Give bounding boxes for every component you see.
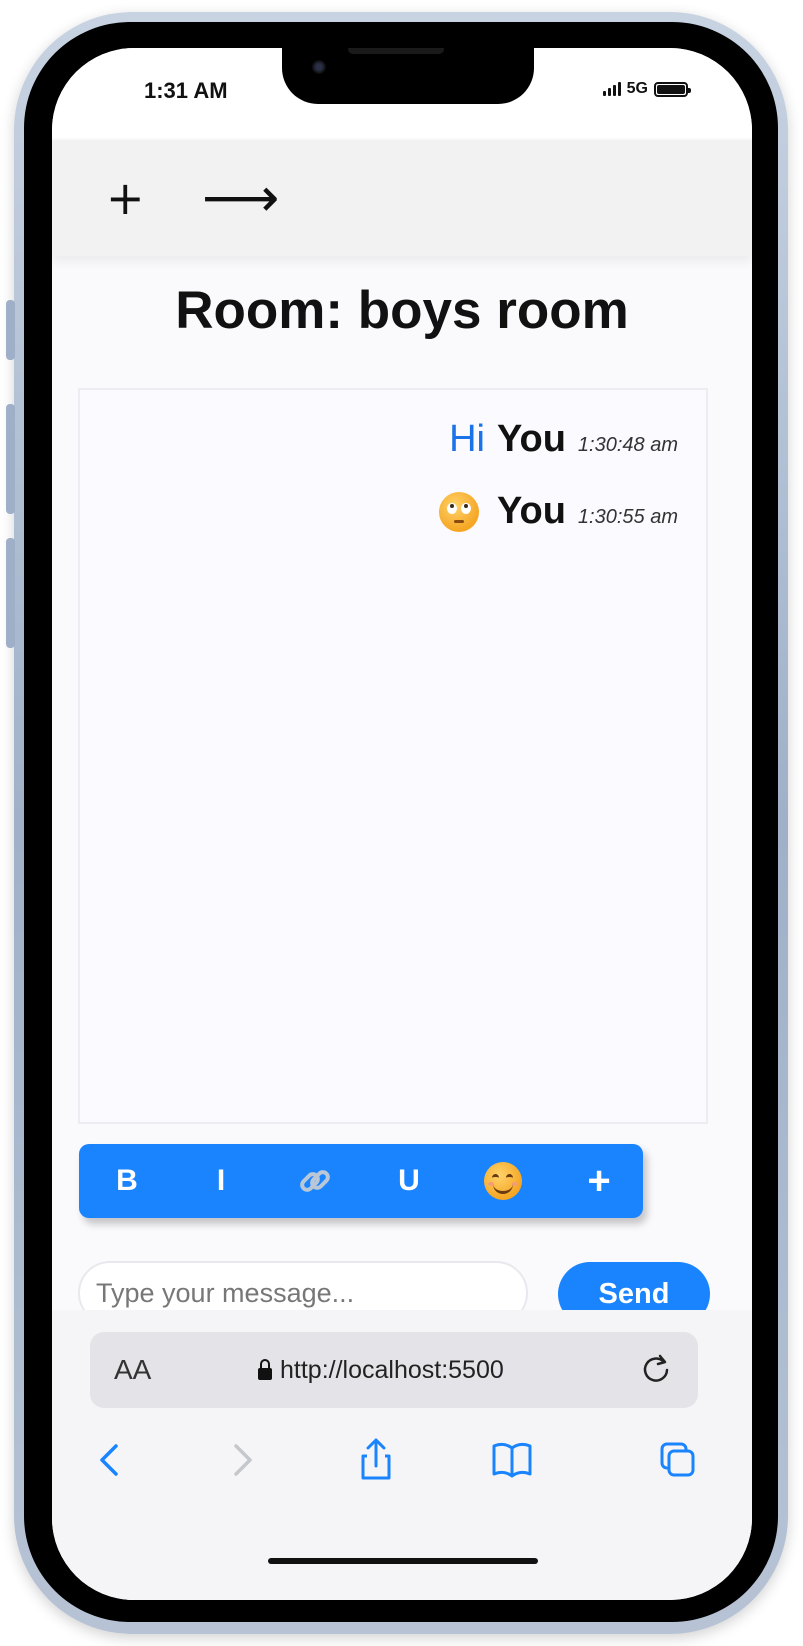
message-text: Hi <box>449 418 485 460</box>
forward-icon[interactable] <box>212 1430 272 1490</box>
url-display[interactable]: http://localhost:5500 <box>258 1356 504 1385</box>
message-list[interactable]: Hi You 1:30:48 am You 1:30:55 am <box>78 388 708 1124</box>
network-type: 5G <box>626 80 648 97</box>
text-size-button[interactable]: AA <box>114 1354 151 1386</box>
link-icon[interactable] <box>285 1144 345 1218</box>
notch <box>282 48 534 104</box>
volume-down-button <box>6 538 15 648</box>
app-header: + ⟶ <box>52 140 752 256</box>
phone-screen: 1:31 AM 5G + ⟶ Room: boys room Hi You 1:… <box>52 48 752 1600</box>
status-indicators: 5G <box>602 80 691 98</box>
status-time: 1:31 AM <box>144 78 228 103</box>
signal-icon <box>602 82 621 96</box>
home-indicator <box>268 1558 538 1564</box>
smiling-face-icon[interactable] <box>473 1144 533 1218</box>
url-text: http://localhost:5500 <box>280 1356 504 1384</box>
message-user: You <box>496 418 566 460</box>
message-time: 1:30:55 am <box>577 506 678 528</box>
room-title: Room: boys room <box>175 281 629 340</box>
camera-icon <box>312 60 326 74</box>
rolling-eyes-emoji-icon <box>438 491 479 532</box>
browser-chrome: AA http://localhost:5500 <box>52 1310 752 1600</box>
italic-button[interactable]: I <box>191 1144 251 1218</box>
plus-icon[interactable]: + <box>106 170 145 226</box>
volume-up-button <box>6 404 15 514</box>
address-bar[interactable]: AA http://localhost:5500 <box>90 1332 698 1408</box>
bold-button[interactable]: B <box>97 1144 157 1218</box>
silent-switch <box>6 300 15 360</box>
format-toolbar: B I U + <box>79 1144 643 1218</box>
arrow-right-icon[interactable]: ⟶ <box>202 170 279 226</box>
lock-icon <box>258 1358 272 1380</box>
browser-nav <box>52 1430 752 1500</box>
message-user: You <box>496 490 566 532</box>
message-item: Hi You 1:30:48 am <box>449 418 678 461</box>
tabs-icon[interactable] <box>648 1430 708 1490</box>
back-icon[interactable] <box>80 1430 140 1490</box>
more-options-button[interactable]: + <box>569 1144 629 1218</box>
share-icon[interactable] <box>346 1430 406 1490</box>
text-size-label: AA <box>114 1354 152 1385</box>
underline-button[interactable]: U <box>379 1144 439 1218</box>
bookmarks-icon[interactable] <box>482 1430 542 1490</box>
battery-icon <box>654 81 691 97</box>
reload-icon[interactable] <box>636 1348 676 1388</box>
message-time: 1:30:48 am <box>577 434 678 456</box>
message-item: You 1:30:55 am <box>438 490 678 533</box>
